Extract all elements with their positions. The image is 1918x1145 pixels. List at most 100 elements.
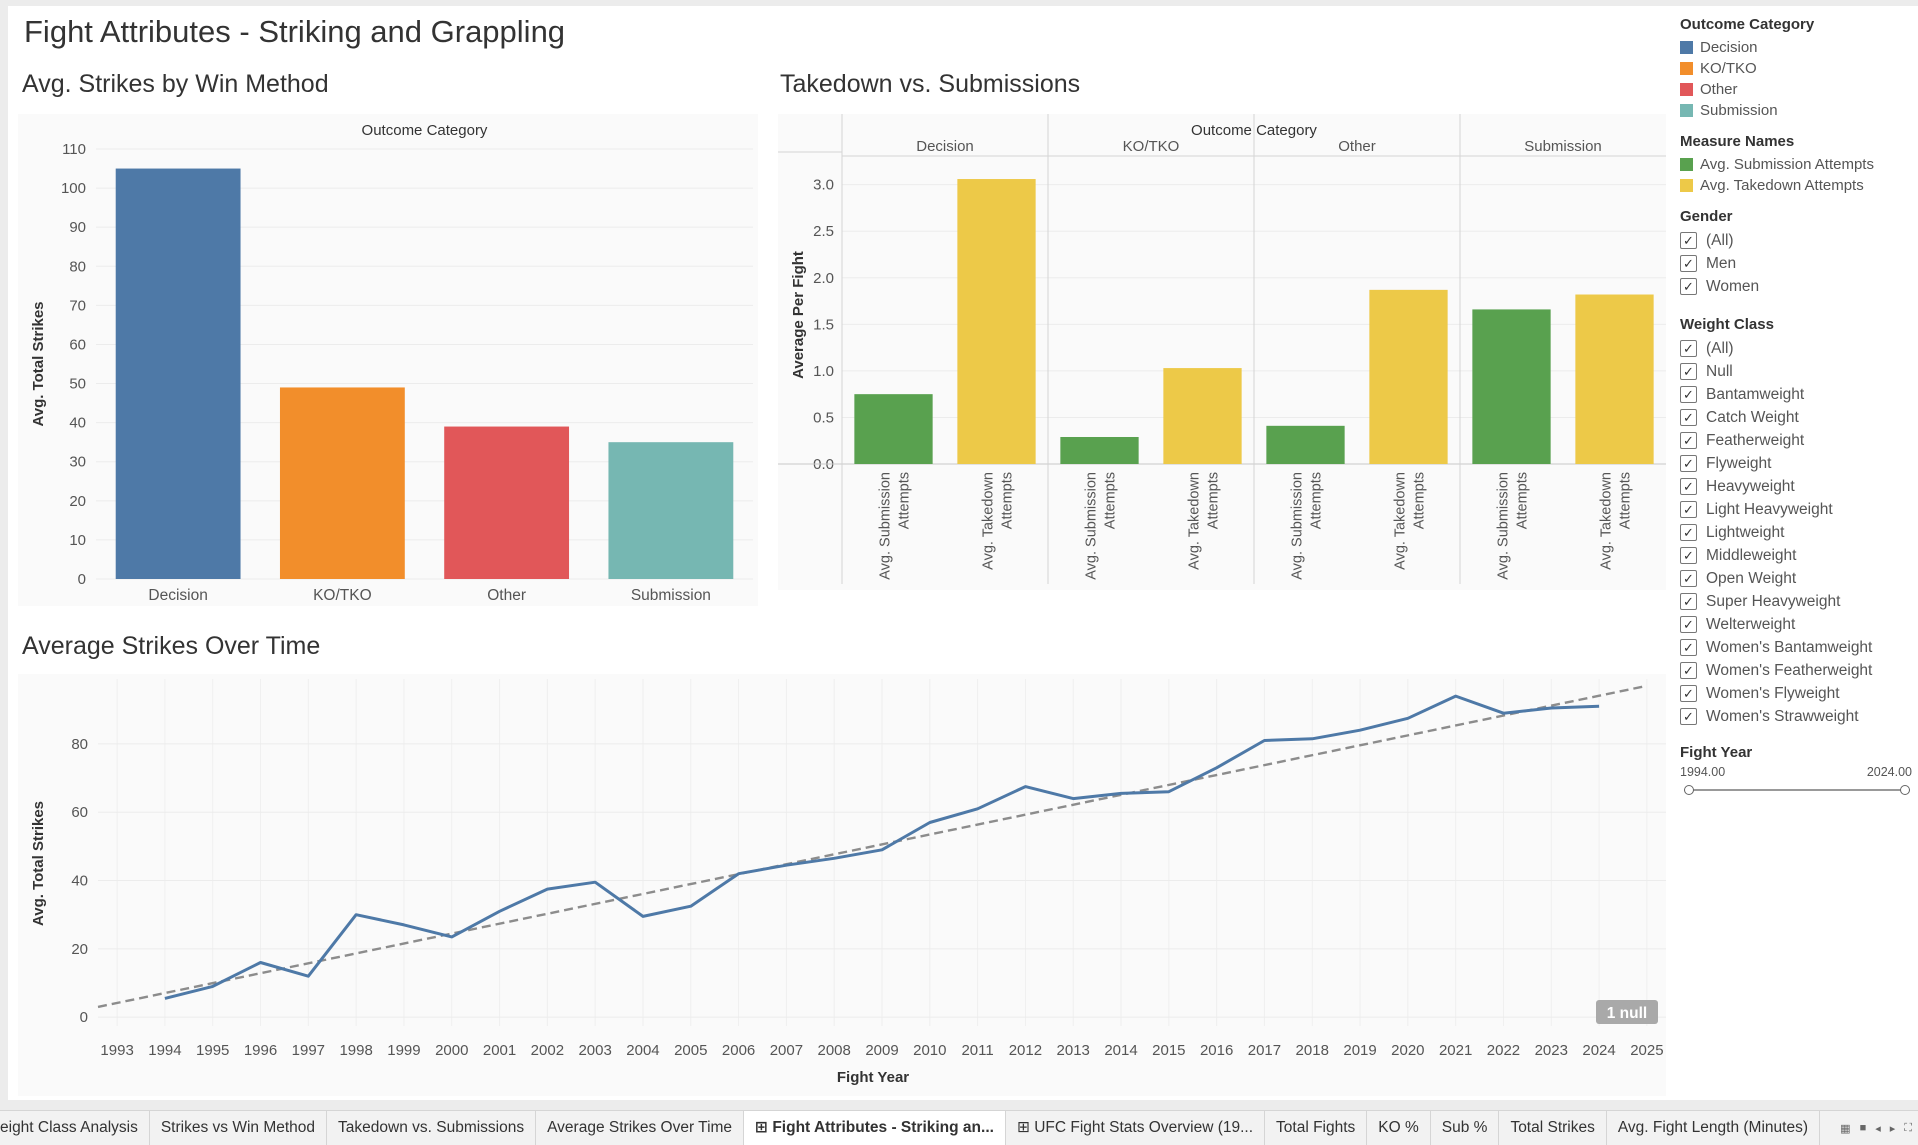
checkbox-checked-icon[interactable]: ✓ bbox=[1680, 278, 1697, 295]
x-tick-label: 1995 bbox=[196, 1042, 229, 1059]
fight-year-slider[interactable] bbox=[1684, 785, 1910, 795]
checkbox-checked-icon[interactable]: ✓ bbox=[1680, 232, 1697, 249]
weight-class-option[interactable]: ✓ Featherweight bbox=[1680, 429, 1918, 452]
weight-class-option[interactable]: ✓ Bantamweight bbox=[1680, 383, 1918, 406]
x-tick-label: 2014 bbox=[1104, 1042, 1137, 1059]
weight-class-option-label: Catch Weight bbox=[1706, 408, 1799, 426]
y-tick-label: 10 bbox=[69, 532, 86, 549]
outcome-legend-item[interactable]: Submission bbox=[1680, 100, 1918, 121]
weight-class-option[interactable]: ✓ Light Heavyweight bbox=[1680, 498, 1918, 521]
checkbox-checked-icon[interactable]: ✓ bbox=[1680, 639, 1697, 656]
weight-class-option[interactable]: ✓ Null bbox=[1680, 360, 1918, 383]
pane-header-submission: Submission bbox=[1524, 138, 1602, 155]
x-tick-label: 1993 bbox=[100, 1042, 133, 1059]
measure-label: Avg. Submission Attempts bbox=[878, 472, 913, 580]
measure-label: Avg. Takedown Attempts bbox=[1599, 472, 1634, 570]
checkbox-checked-icon[interactable]: ✓ bbox=[1680, 708, 1697, 725]
sheet-tab[interactable]: Sub % bbox=[1431, 1111, 1500, 1145]
takedown-chart[interactable]: Outcome Category 0.0 0.5 1.0 1.5 2.0 2.5 3.0 Ave… bbox=[778, 114, 1666, 590]
null-indicator-badge[interactable]: 1 null bbox=[1596, 1000, 1658, 1024]
y-tick-label: 1.0 bbox=[813, 363, 834, 380]
sheet-tab[interactable]: Total Strikes bbox=[1499, 1111, 1607, 1145]
checkbox-checked-icon[interactable]: ✓ bbox=[1680, 570, 1697, 587]
checkbox-checked-icon[interactable]: ✓ bbox=[1680, 363, 1697, 380]
weight-class-option-label: Welterweight bbox=[1706, 615, 1796, 633]
color-swatch bbox=[1680, 62, 1693, 75]
pane-header-decision: Decision bbox=[916, 138, 974, 155]
weight-class-option-label: Null bbox=[1706, 362, 1733, 380]
weight-class-option[interactable]: ✓ Open Weight bbox=[1680, 567, 1918, 590]
weight-class-option[interactable]: ✓ Catch Weight bbox=[1680, 406, 1918, 429]
weight-class-option-label: Middleweight bbox=[1706, 546, 1797, 564]
over-time-chart[interactable]: 1993 1994 1995 1996 1997 1998 1999 2000 2001 2002… bbox=[18, 674, 1666, 1096]
checkbox-checked-icon[interactable]: ✓ bbox=[1680, 616, 1697, 633]
weight-class-option[interactable]: ✓ (All) bbox=[1680, 337, 1918, 360]
sheet-tab[interactable]: ⊞ UFC Fight Stats Overview (19... bbox=[1006, 1111, 1266, 1145]
outcome-legend-item[interactable]: Other bbox=[1680, 79, 1918, 100]
x-tick-label: 2009 bbox=[865, 1042, 898, 1059]
gender-option[interactable]: ✓ Women bbox=[1680, 275, 1918, 298]
x-tick-label: 2006 bbox=[722, 1042, 755, 1059]
fullscreen-icon[interactable]: ⛶ bbox=[1904, 1122, 1912, 1135]
x-tick-label: 1996 bbox=[244, 1042, 277, 1059]
checkbox-checked-icon[interactable]: ✓ bbox=[1680, 455, 1697, 472]
scroll-right-icon[interactable]: ▸ bbox=[1890, 1122, 1896, 1135]
sheet-view-icon[interactable]: ■ bbox=[1860, 1122, 1867, 1135]
checkbox-checked-icon[interactable]: ✓ bbox=[1680, 547, 1697, 564]
gender-option[interactable]: ✓ (All) bbox=[1680, 229, 1918, 252]
checkbox-checked-icon[interactable]: ✓ bbox=[1680, 255, 1697, 272]
strikes-by-method-chart[interactable]: Outcome Category 0 10 20 30 40 50 60 70 80 90 100 11… bbox=[18, 114, 758, 606]
measure-legend-item[interactable]: Avg. Submission Attempts bbox=[1680, 154, 1918, 175]
fight-year-max: 2024.00 bbox=[1866, 765, 1912, 779]
outcome-legend-item[interactable]: KO/TKO bbox=[1680, 58, 1918, 79]
weight-class-option[interactable]: ✓ Women's Flyweight bbox=[1680, 682, 1918, 705]
sheet-tab[interactable]: Average Strikes Over Time bbox=[536, 1111, 745, 1145]
checkbox-checked-icon[interactable]: ✓ bbox=[1680, 685, 1697, 702]
weight-class-option[interactable]: ✓ Heavyweight bbox=[1680, 475, 1918, 498]
checkbox-checked-icon[interactable]: ✓ bbox=[1680, 662, 1697, 679]
weight-class-option[interactable]: ✓ Welterweight bbox=[1680, 613, 1918, 636]
sheet-tab[interactable]: Total Fights bbox=[1265, 1111, 1368, 1145]
sheet-tab[interactable]: Strikes vs Win Method bbox=[150, 1111, 328, 1145]
sheet-tab[interactable]: Takedown vs. Submissions bbox=[327, 1111, 537, 1145]
weight-class-option[interactable]: ✓ Lightweight bbox=[1680, 521, 1918, 544]
checkbox-checked-icon[interactable]: ✓ bbox=[1680, 478, 1697, 495]
sheet-tab[interactable]: Avg. Fight Length (Minutes) bbox=[1607, 1111, 1820, 1145]
measure-label: Avg. Takedown Attempts bbox=[1393, 472, 1428, 570]
sheet-tab[interactable]: ⊞ Fight Attributes - Striking an... bbox=[744, 1111, 1006, 1145]
gender-option[interactable]: ✓ Men bbox=[1680, 252, 1918, 275]
weight-class-option[interactable]: ✓ Middleweight bbox=[1680, 544, 1918, 567]
weight-class-option[interactable]: ✓ Women's Strawweight bbox=[1680, 705, 1918, 728]
bar-submission-attempts bbox=[1060, 436, 1139, 464]
weight-class-option[interactable]: ✓ Women's Bantamweight bbox=[1680, 636, 1918, 659]
weight-class-filter-title: Weight Class bbox=[1680, 316, 1774, 333]
checkbox-checked-icon[interactable]: ✓ bbox=[1680, 409, 1697, 426]
checkbox-checked-icon[interactable]: ✓ bbox=[1680, 501, 1697, 518]
gender-option-label: (All) bbox=[1706, 231, 1734, 249]
bar-other bbox=[444, 426, 570, 579]
weight-class-option[interactable]: ✓ Flyweight bbox=[1680, 452, 1918, 475]
sheet-tab[interactable]: KO % bbox=[1367, 1111, 1431, 1145]
weight-class-option-label: Women's Flyweight bbox=[1706, 684, 1840, 702]
slider-max-handle[interactable] bbox=[1900, 785, 1910, 795]
takedown-svg: Outcome Category0.00.51.01.52.02.53.0Ave… bbox=[778, 114, 1666, 584]
weight-class-option[interactable]: ✓ Women's Featherweight bbox=[1680, 659, 1918, 682]
checkbox-checked-icon[interactable]: ✓ bbox=[1680, 593, 1697, 610]
grid-view-icon[interactable]: ▦ bbox=[1840, 1122, 1850, 1135]
outcome-legend-label: Other bbox=[1700, 81, 1738, 98]
checkbox-checked-icon[interactable]: ✓ bbox=[1680, 432, 1697, 449]
weight-class-option-label: Open Weight bbox=[1706, 569, 1797, 587]
x-tick-label: 2024 bbox=[1582, 1042, 1615, 1059]
checkbox-checked-icon[interactable]: ✓ bbox=[1680, 340, 1697, 357]
weight-class-option[interactable]: ✓ Super Heavyweight bbox=[1680, 590, 1918, 613]
checkbox-checked-icon[interactable]: ✓ bbox=[1680, 386, 1697, 403]
outcome-legend-item[interactable]: Decision bbox=[1680, 37, 1918, 58]
sheet-tab[interactable]: eight Class Analysis bbox=[0, 1111, 150, 1145]
x-tick-label: 2017 bbox=[1248, 1042, 1281, 1059]
measure-legend-item[interactable]: Avg. Takedown Attempts bbox=[1680, 175, 1918, 196]
dashboard-title: Fight Attributes - Striking and Grapplin… bbox=[24, 14, 566, 49]
checkbox-checked-icon[interactable]: ✓ bbox=[1680, 524, 1697, 541]
scroll-left-icon[interactable]: ◂ bbox=[1875, 1122, 1881, 1135]
y-tick-label: 2.5 bbox=[813, 223, 834, 240]
slider-min-handle[interactable] bbox=[1684, 785, 1694, 795]
